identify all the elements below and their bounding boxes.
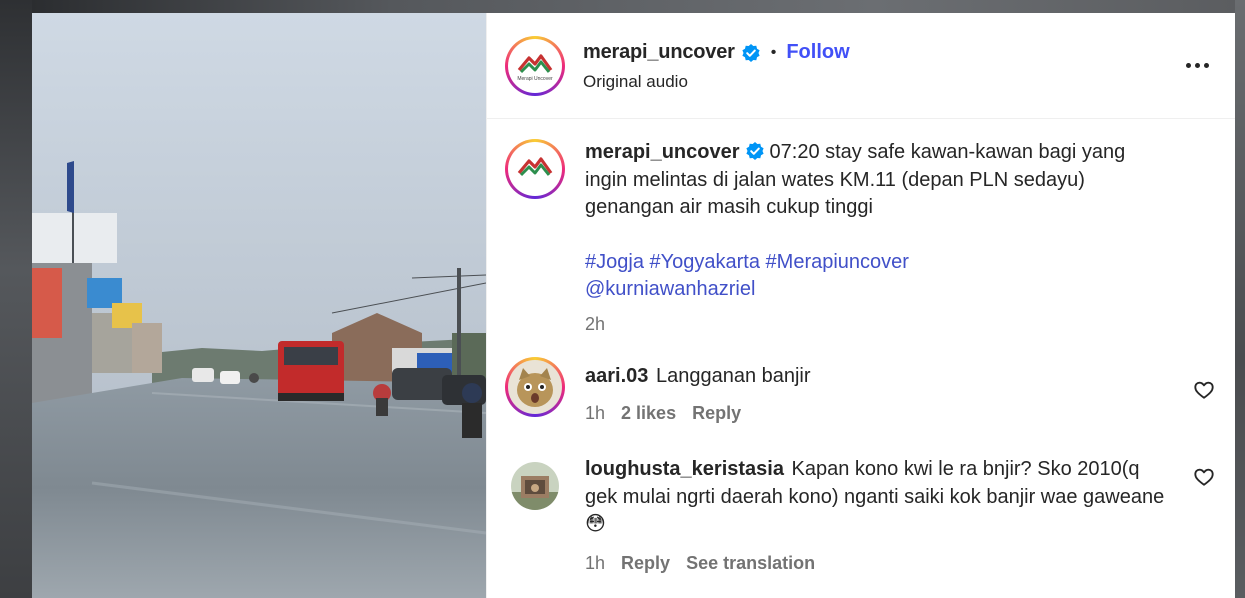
audio-label[interactable]: Original audio <box>583 72 1179 92</box>
post-modal: Merapi Uncover merapi_uncover • Follow O… <box>32 13 1235 598</box>
comment-username[interactable]: aari.03 <box>585 365 648 387</box>
heart-outline-icon[interactable] <box>1193 379 1215 401</box>
reply-button[interactable]: Reply <box>621 553 670 574</box>
mention-link[interactable]: @kurniawanhazriel <box>585 278 755 300</box>
verified-badge-icon <box>742 43 760 62</box>
caption-tags: #Jogja #Yogyakarta #Merapiuncover @kurni… <box>585 249 1171 303</box>
post-timestamp[interactable]: 2h <box>585 314 605 335</box>
comments-section: merapi_uncover 07:20 stay safe kawan-kaw… <box>487 119 1235 574</box>
reply-button[interactable]: Reply <box>692 403 741 424</box>
post-side-panel: Merapi Uncover merapi_uncover • Follow O… <box>486 13 1235 598</box>
comment-timestamp[interactable]: 1h <box>585 553 605 574</box>
comment-meta: 1h Reply See translation <box>585 553 1171 574</box>
avatar[interactable] <box>511 462 559 510</box>
follow-button[interactable]: Follow <box>786 41 849 64</box>
comment-timestamp[interactable]: 1h <box>585 403 605 424</box>
merapi-uncover-logo: Merapi Uncover <box>517 53 553 82</box>
verified-badge-icon <box>745 142 764 160</box>
comment-username[interactable]: loughusta_keristasia <box>585 458 784 480</box>
avatar-logo-text: Merapi Uncover <box>517 76 553 82</box>
hashtag-link[interactable]: #Merapiuncover <box>766 251 909 273</box>
caption-username[interactable]: merapi_uncover <box>585 141 740 163</box>
caption-text-block: merapi_uncover 07:20 stay safe kawan-kaw… <box>585 139 1171 222</box>
separator-dot: • <box>770 43 777 61</box>
comment-item: loughusta_keristasia Kapan kono kwi le r… <box>505 456 1215 574</box>
see-translation-button[interactable]: See translation <box>686 553 815 574</box>
header-text: merapi_uncover • Follow Original audio <box>583 40 1179 92</box>
flooded-road-image <box>32 13 486 598</box>
backdrop-top <box>32 0 1235 13</box>
post-header: Merapi Uncover merapi_uncover • Follow O… <box>487 13 1235 119</box>
cat-avatar-image <box>508 359 562 414</box>
avatar[interactable] <box>505 139 565 199</box>
caption-meta: 2h <box>585 314 1171 335</box>
backdrop-right <box>1235 0 1245 598</box>
more-options-icon[interactable] <box>1179 48 1215 84</box>
comment-item: aari.03 Langganan banjir 1h 2 likes Repl… <box>505 356 1215 425</box>
comment-likes-count[interactable]: 2 likes <box>621 403 676 424</box>
heart-outline-icon[interactable] <box>1193 466 1215 488</box>
merapi-uncover-logo <box>517 157 553 177</box>
avatar[interactable] <box>505 356 565 417</box>
avatar[interactable]: Merapi Uncover <box>505 35 565 96</box>
comment-meta: 1h 2 likes Reply <box>585 403 1171 424</box>
caption-item: merapi_uncover 07:20 stay safe kawan-kaw… <box>505 139 1215 335</box>
user-photo-avatar <box>511 462 559 510</box>
backdrop-left <box>0 0 32 598</box>
post-username[interactable]: merapi_uncover <box>583 41 735 64</box>
comment-text: Langganan banjir <box>655 364 811 387</box>
post-media-video[interactable] <box>32 13 486 598</box>
hashtag-link[interactable]: #Yogyakarta <box>650 251 760 273</box>
hashtag-link[interactable]: #Jogja <box>585 251 644 273</box>
